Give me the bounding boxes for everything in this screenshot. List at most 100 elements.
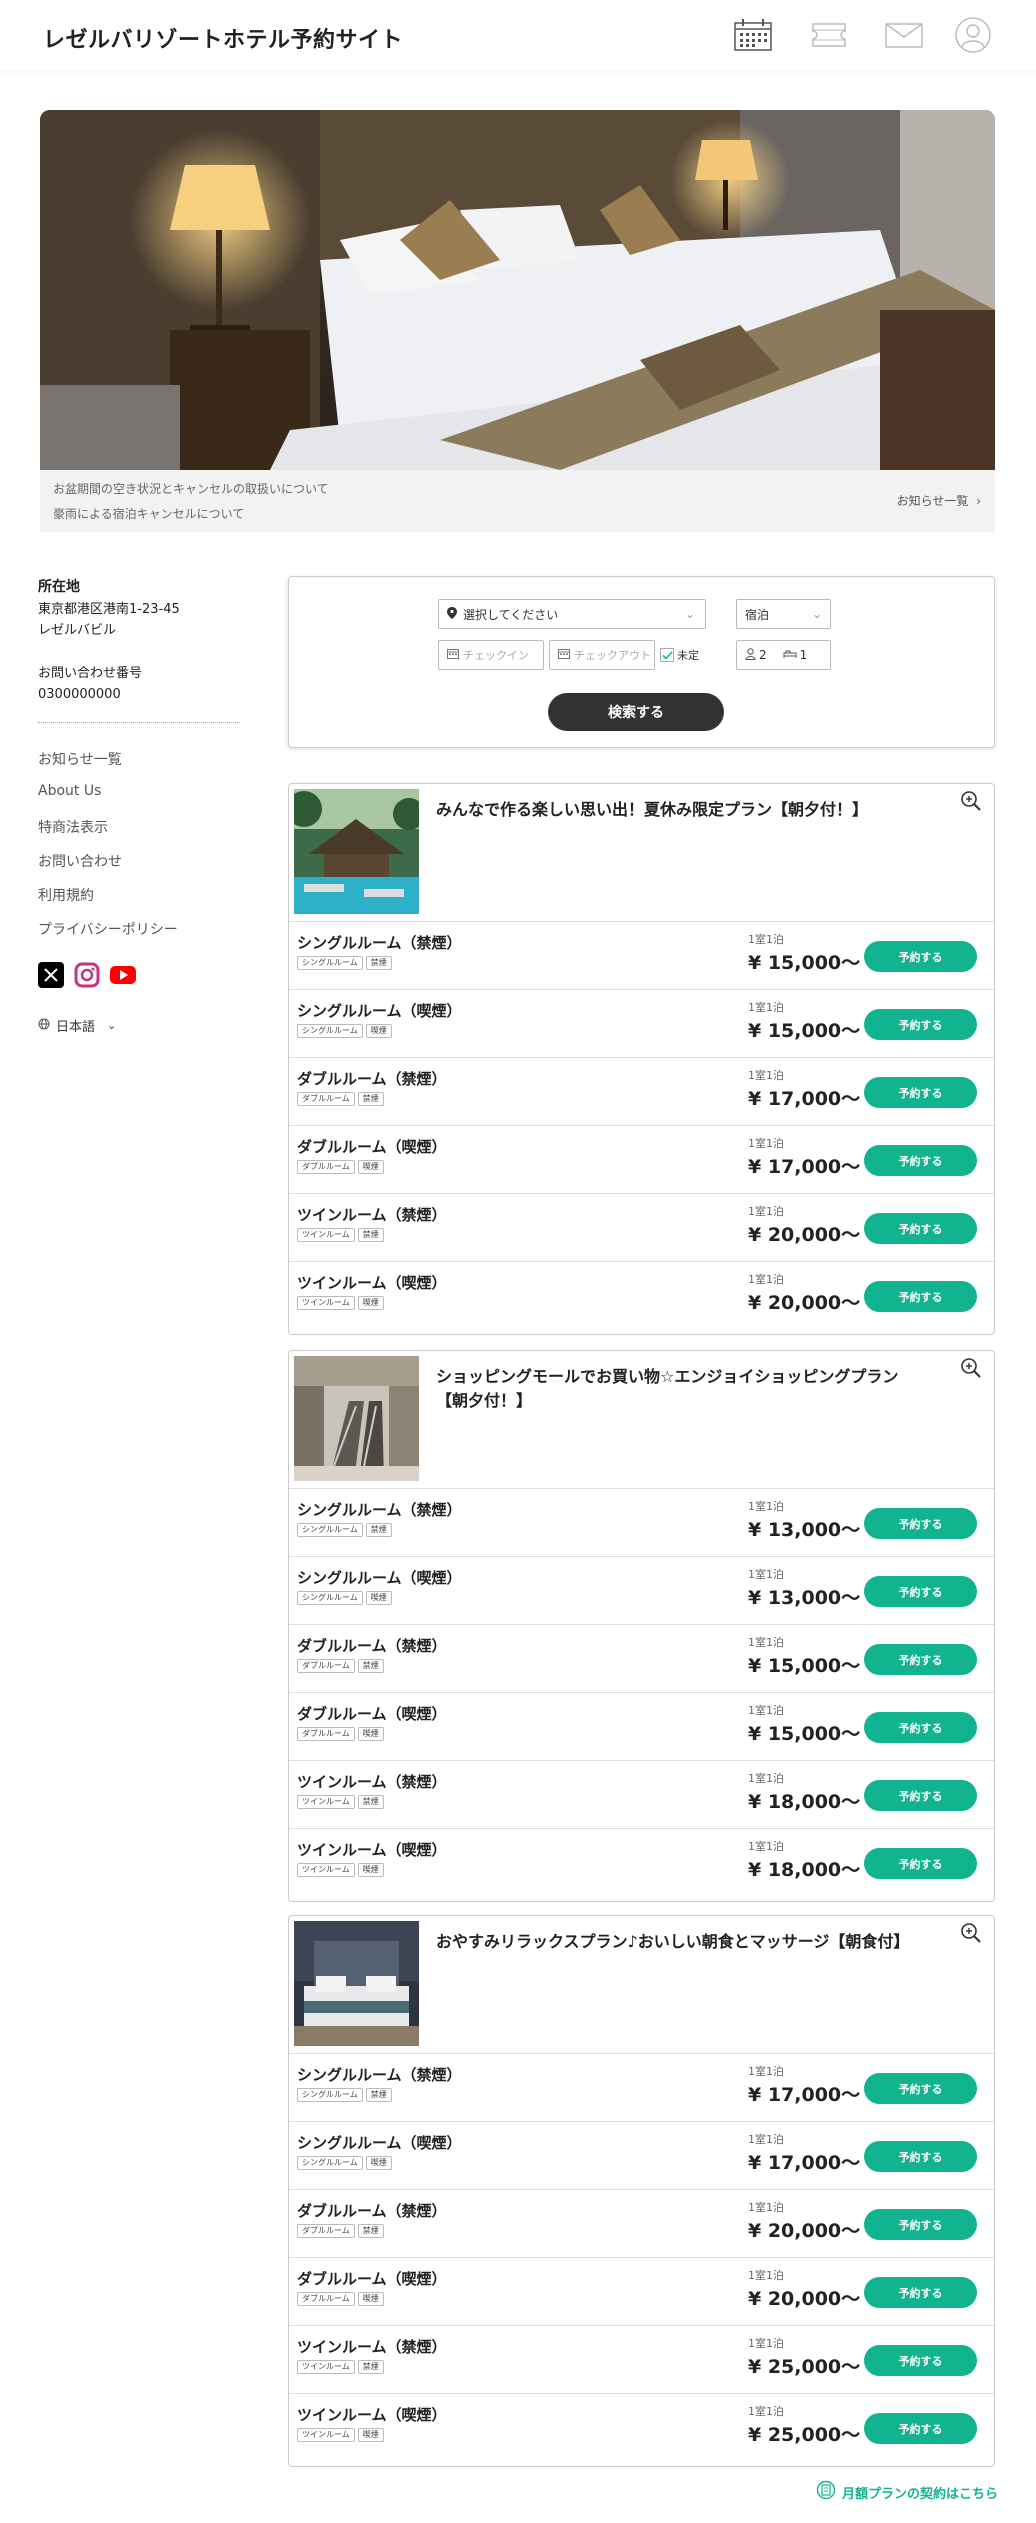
area-select[interactable]: 選択してください ⌄ <box>438 599 706 629</box>
book-button[interactable]: 予約する <box>864 941 977 972</box>
calendar-icon <box>447 648 459 662</box>
x-icon[interactable] <box>38 962 64 988</box>
room-type-tag: シングルルーム <box>297 1591 363 1605</box>
sidebar-link-contact[interactable]: お問い合わせ <box>38 851 122 871</box>
book-button[interactable]: 予約する <box>864 1077 977 1108</box>
site-title[interactable]: レゼルバリゾートホテル予約サイト <box>43 22 403 54</box>
sidebar-link-news[interactable]: お知らせ一覧 <box>38 749 122 769</box>
book-button[interactable]: 予約する <box>864 1644 977 1675</box>
per-night-label: 1室1泊 <box>748 1273 784 1286</box>
sidebar-location: 所在地 東京都港区港南1-23-45 レゼルバビル <box>38 576 248 641</box>
room-price: ¥ 13,000〜 <box>748 1519 861 1541</box>
book-button[interactable]: 予約する <box>864 2073 977 2104</box>
book-button[interactable]: 予約する <box>864 2413 977 2444</box>
sidebar-link-legal[interactable]: 特商法表示 <box>38 817 108 837</box>
room-tags: ダブルルーム 喫煙 <box>297 2292 384 2306</box>
book-button[interactable]: 予約する <box>864 1576 977 1607</box>
room-type-tag: シングルルーム <box>297 1523 363 1537</box>
room-tags: ツインルーム 禁煙 <box>297 1795 384 1809</box>
book-button[interactable]: 予約する <box>864 1780 977 1811</box>
notice-all-link[interactable]: お知らせ一覧 › <box>897 492 981 509</box>
book-button[interactable]: 予約する <box>864 1712 977 1743</box>
language-selector[interactable]: 日本語 ⌄ <box>38 1016 116 1035</box>
room-price: ¥ 20,000〜 <box>748 1292 861 1314</box>
smoking-tag: 喫煙 <box>365 1591 392 1605</box>
smoking-tag: 禁煙 <box>365 2088 392 2102</box>
room-name: ダブルルーム（禁煙） <box>297 1070 447 1088</box>
book-button[interactable]: 予約する <box>864 1145 977 1176</box>
instagram-icon[interactable] <box>74 962 100 988</box>
mail-icon[interactable] <box>884 16 924 54</box>
user-icon[interactable] <box>953 16 993 54</box>
room-price: ¥ 18,000〜 <box>748 1859 861 1881</box>
room-row: シングルルーム（禁煙） シングルルーム 禁煙 1室1泊 ¥ 15,000〜 予約す… <box>289 921 994 989</box>
room-row: ダブルルーム（禁煙） ダブルルーム 禁煙 1室1泊 ¥ 17,000〜 予約する <box>289 1057 994 1125</box>
contract-icon <box>816 2480 836 2504</box>
plan-title[interactable]: ショッピングモールでお買い物☆エンジョイショッピングプラン【朝夕付！】 <box>436 1365 906 1413</box>
chevron-down-icon: ⌄ <box>811 607 822 621</box>
smoking-tag: 禁煙 <box>357 1228 384 1242</box>
book-button[interactable]: 予約する <box>864 1213 977 1244</box>
plan-image-bedroom[interactable] <box>294 1921 419 2046</box>
room-type-tag: シングルルーム <box>297 1024 363 1038</box>
plan-title[interactable]: みんなで作る楽しい思い出！夏休み限定プラン【朝夕付！】 <box>436 798 906 822</box>
book-button[interactable]: 予約する <box>864 2277 977 2308</box>
notice-item[interactable]: お盆期間の空き状況とキャンセルの取扱いについて <box>53 480 329 497</box>
book-button[interactable]: 予約する <box>864 1009 977 1040</box>
monthly-plan-link[interactable]: 月額プランの契約はこちら <box>816 2480 998 2504</box>
per-night-label: 1室1泊 <box>748 1704 784 1717</box>
stay-type-select[interactable]: 宿泊 ⌄ <box>736 599 831 629</box>
checkout-field[interactable]: チェックアウト <box>549 640 655 670</box>
plan-image-shopping-mall[interactable] <box>294 1356 419 1481</box>
plan-image-resort-pool[interactable] <box>286 789 425 914</box>
calendar-icon[interactable] <box>733 16 773 54</box>
sidebar-link-terms[interactable]: 利用規約 <box>38 885 94 905</box>
room-row: ツインルーム（禁煙） ツインルーム 禁煙 1室1泊 ¥ 20,000〜 予約する <box>289 1193 994 1261</box>
book-button[interactable]: 予約する <box>864 2209 977 2240</box>
room-price: ¥ 15,000〜 <box>748 1655 861 1677</box>
book-button[interactable]: 予約する <box>864 1848 977 1879</box>
smoking-tag: 喫煙 <box>357 1160 384 1174</box>
smoking-tag: 喫煙 <box>365 2156 392 2170</box>
room-row: ダブルルーム（喫煙） ダブルルーム 喫煙 1室1泊 ¥ 15,000〜 予約する <box>289 1692 994 1760</box>
room-price: ¥ 18,000〜 <box>748 1791 861 1813</box>
room-price: ¥ 25,000〜 <box>748 2424 861 2446</box>
book-button[interactable]: 予約する <box>864 1281 977 1312</box>
room-tags: シングルルーム 禁煙 <box>297 2088 392 2102</box>
room-name: ダブルルーム（喫煙） <box>297 1138 447 1156</box>
room-row: ツインルーム（禁煙） ツインルーム 禁煙 1室1泊 ¥ 25,000〜 予約する <box>289 2325 994 2393</box>
checkin-field[interactable]: チェックイン <box>438 640 544 670</box>
youtube-icon[interactable] <box>110 962 136 988</box>
book-button[interactable]: 予約する <box>864 2141 977 2172</box>
room-price: ¥ 17,000〜 <box>748 1156 861 1178</box>
sidebar-link-about[interactable]: About Us <box>38 783 101 799</box>
room-type-tag: シングルルーム <box>297 2156 363 2170</box>
smoking-tag: 禁煙 <box>357 1659 384 1673</box>
notice-item[interactable]: 豪雨による宿泊キャンセルについて <box>53 505 244 522</box>
zoom-in-icon[interactable] <box>960 790 984 814</box>
ticket-icon[interactable] <box>809 16 849 54</box>
smoking-tag: 喫煙 <box>357 1727 384 1741</box>
zoom-in-icon[interactable] <box>960 1922 984 1946</box>
chevron-down-icon: ⌄ <box>684 607 695 621</box>
plan-title[interactable]: おやすみリラックスプラン♪おいしい朝食とマッサージ【朝食付】 <box>436 1930 909 1954</box>
sidebar-link-privacy[interactable]: プライバシーポリシー <box>38 919 178 939</box>
checkbox-icon <box>660 648 674 662</box>
search-button[interactable]: 検索する <box>548 693 724 731</box>
plan-card: おやすみリラックスプラン♪おいしい朝食とマッサージ【朝食付】 シングルルーム（禁… <box>288 1915 995 2467</box>
zoom-in-icon[interactable] <box>960 1357 984 1381</box>
contact-heading: お問い合わせ番号 <box>38 666 143 681</box>
undecided-checkbox[interactable]: 未定 <box>660 647 699 663</box>
book-button[interactable]: 予約する <box>864 1508 977 1539</box>
room-row: ダブルルーム（喫煙） ダブルルーム 喫煙 1室1泊 ¥ 20,000〜 予約する <box>289 2257 994 2325</box>
room-name: シングルルーム（禁煙） <box>297 934 462 952</box>
book-button[interactable]: 予約する <box>864 2345 977 2376</box>
room-price: ¥ 20,000〜 <box>748 2288 861 2310</box>
room-name: ダブルルーム（禁煙） <box>297 2202 447 2220</box>
guests-field[interactable]: 2 1 <box>736 640 831 670</box>
room-price: ¥ 15,000〜 <box>748 952 861 974</box>
room-tags: ダブルルーム 禁煙 <box>297 1092 384 1106</box>
room-type-tag: ダブルルーム <box>297 2224 355 2238</box>
per-night-label: 1室1泊 <box>748 2405 784 2418</box>
room-name: ダブルルーム（喫煙） <box>297 2270 447 2288</box>
